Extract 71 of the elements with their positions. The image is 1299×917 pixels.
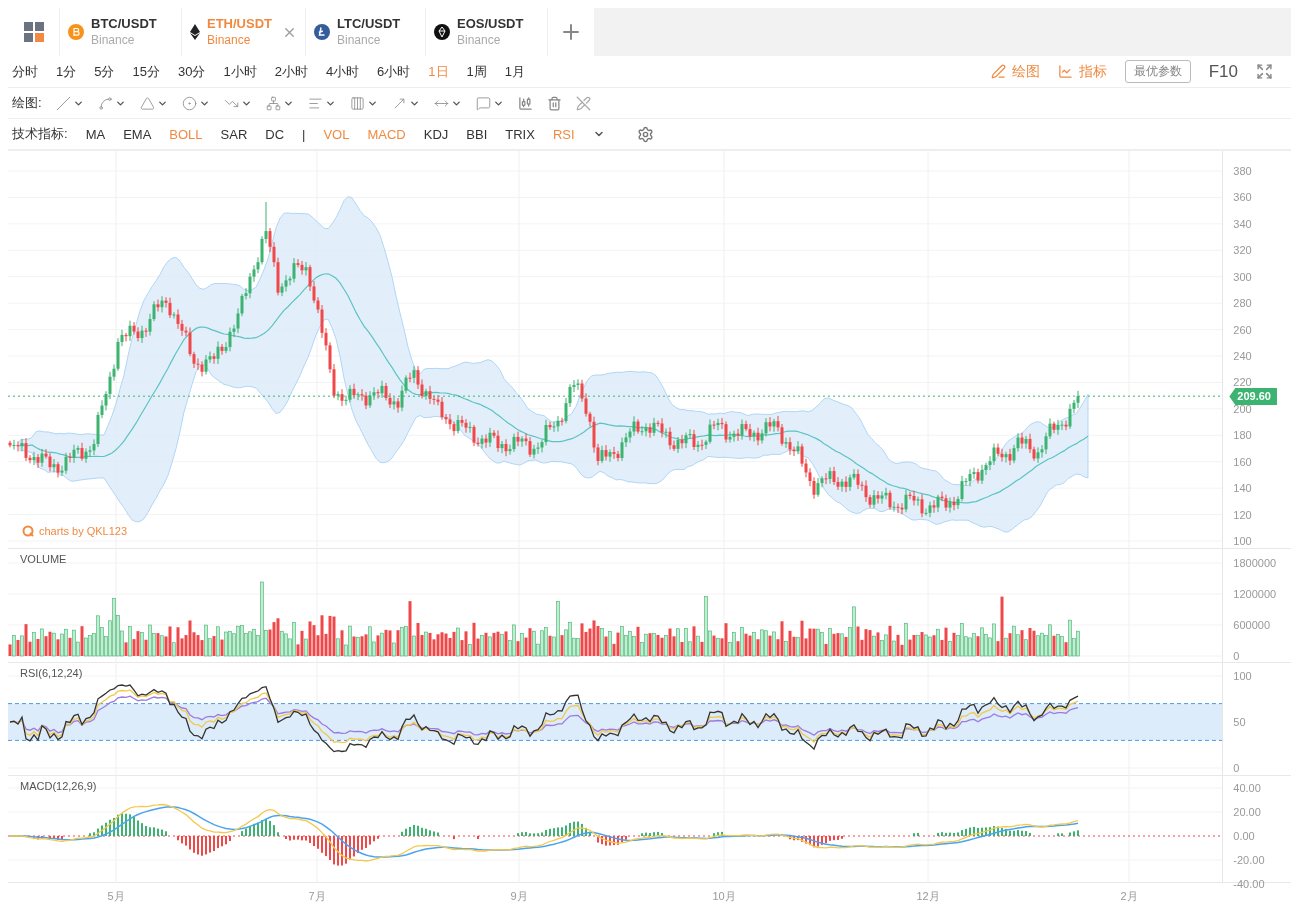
pair-tab[interactable]: LTC/USDT Binance <box>306 8 426 56</box>
last-price-tag: 209.60 <box>1229 388 1277 405</box>
rsi-tick: 0 <box>1233 761 1240 775</box>
volume-tick: 1800000 <box>1233 556 1277 570</box>
price-tick: 300 <box>1233 269 1252 284</box>
watermark-text: charts by QKL123 <box>39 525 128 537</box>
month-tick: 9月 <box>510 889 528 904</box>
price-tick: 140 <box>1233 481 1252 496</box>
month-tick: 10月 <box>712 889 736 904</box>
period-tab[interactable]: 1小时 <box>223 62 257 81</box>
period-tab[interactable]: 6小时 <box>377 62 411 81</box>
price-tick: 260 <box>1233 322 1252 337</box>
indicator-toggle[interactable]: KDJ <box>423 126 449 142</box>
period-tab[interactable]: 分时 <box>12 62 38 81</box>
indicator-toggle[interactable]: TRIX <box>505 126 535 142</box>
volume-tick: 600000 <box>1233 618 1271 632</box>
period-tab[interactable]: 4小时 <box>325 62 360 81</box>
macd-tick: 0.00 <box>1233 829 1255 843</box>
price-tick: 360 <box>1233 190 1252 205</box>
period-tab[interactable]: 2小时 <box>274 62 308 81</box>
indicator-toggle[interactable]: MA <box>85 126 106 142</box>
price-tick: 100 <box>1233 534 1252 548</box>
separator-text: | <box>302 126 306 142</box>
exchange-name: Binance <box>337 32 382 48</box>
best-params-button[interactable]: 最优参数 <box>1124 60 1191 83</box>
price-tick: 280 <box>1233 296 1252 311</box>
month-tick: 12月 <box>916 889 940 904</box>
month-tick: 2月 <box>1120 889 1138 904</box>
period-tab[interactable]: 1周 <box>466 62 487 81</box>
pair-tab[interactable]: BTC/USDT Binance <box>60 8 182 56</box>
price-tick: 160 <box>1233 454 1252 469</box>
price-tick: 340 <box>1233 216 1252 231</box>
indicator-toggle[interactable]: BBI <box>466 126 488 142</box>
pair-name: LTC/USDT <box>337 16 402 32</box>
pair-name: EOS/USDT <box>457 16 525 32</box>
pane-title: MACD(12,26,9) <box>20 780 97 792</box>
rsi-tick: 100 <box>1233 669 1252 683</box>
volume-tick: 0 <box>1233 649 1240 663</box>
exchange-name: Binance <box>91 32 136 48</box>
pair-name: BTC/USDT <box>91 16 158 32</box>
exchange-name: Binance <box>457 32 502 48</box>
month-tick: 7月 <box>308 889 326 904</box>
rsi-tick: 50 <box>1233 715 1246 729</box>
pair-tab[interactable]: EOS/USDT Binance <box>426 8 548 56</box>
volume-tick: 1200000 <box>1233 587 1277 601</box>
price-tick: 180 <box>1233 428 1252 443</box>
price-tick: 240 <box>1233 349 1252 363</box>
indicators-label: 技术指标: <box>12 125 68 143</box>
period-tab[interactable]: 30分 <box>177 62 206 81</box>
period-tab[interactable]: 1月 <box>504 62 526 81</box>
drawing-label: 绘图: <box>12 94 42 112</box>
f10-label[interactable]: F10 <box>1208 61 1238 82</box>
period-tab[interactable]: 15分 <box>132 62 160 81</box>
indicator-toggle[interactable]: SAR <box>220 126 248 142</box>
macd-tick: 40.00 <box>1233 781 1261 795</box>
month-tick: 5月 <box>107 889 125 904</box>
price-tick: 220 <box>1233 375 1252 390</box>
pair-name: ETH/USDT <box>207 16 273 32</box>
price-tick: 380 <box>1233 164 1252 178</box>
macd-tick: -40.00 <box>1233 877 1265 891</box>
exchange-name: Binance <box>207 32 252 48</box>
pane-title: RSI(6,12,24) <box>20 667 83 679</box>
indicator-toggle[interactable]: EMA <box>123 126 152 142</box>
macd-tick: 20.00 <box>1233 805 1261 819</box>
period-tab[interactable]: 5分 <box>94 62 115 81</box>
price-tick: 120 <box>1233 507 1252 522</box>
macd-tick: -20.00 <box>1233 853 1265 867</box>
pane-title: VOLUME <box>20 553 67 565</box>
indicator-toggle[interactable]: DC <box>265 126 285 142</box>
price-tick: 320 <box>1233 243 1252 258</box>
period-tab[interactable]: 1分 <box>56 62 77 81</box>
